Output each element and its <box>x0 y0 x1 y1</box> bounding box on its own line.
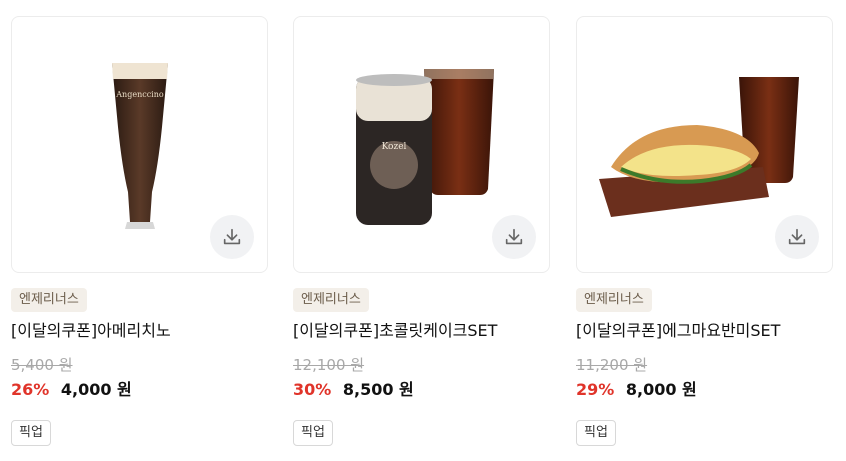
download-icon <box>505 228 523 245</box>
sale-price: 8,000 원 <box>625 380 697 399</box>
discount-rate: 29% <box>576 380 615 399</box>
original-price: 5,400 원 <box>11 356 73 374</box>
brand-chip: 엔제리너스 <box>293 288 369 312</box>
download-button[interactable] <box>775 215 819 259</box>
product-card[interactable]: Kozel 엔제리너스 [이달의쿠폰]초콜릿케이크SET 12,100 원 30… <box>293 16 550 456</box>
brand-chip: 엔제리너스 <box>576 288 652 312</box>
discount-rate: 30% <box>293 380 332 399</box>
product-image[interactable] <box>576 16 833 273</box>
discount-rate: 26% <box>11 380 50 399</box>
product-image[interactable]: Kozel <box>293 16 550 273</box>
product-card[interactable]: Angenccino 엔제리너스 [이달의쿠폰]아메리치노 5,400 원 26… <box>11 16 268 456</box>
can-logo-text: Kozel <box>382 142 407 152</box>
product-grid: Angenccino 엔제리너스 [이달의쿠폰]아메리치노 5,400 원 26… <box>11 16 835 456</box>
download-button[interactable] <box>492 215 536 259</box>
original-price: 11,200 원 <box>576 356 648 374</box>
price-line: 30% 8,500 원 <box>293 379 414 401</box>
download-icon <box>223 228 241 245</box>
original-price: 12,100 원 <box>293 356 365 374</box>
brand-chip: 엔제리너스 <box>11 288 87 312</box>
product-title[interactable]: [이달의쿠폰]초콜릿케이크SET <box>293 320 497 342</box>
sale-price: 4,000 원 <box>60 380 132 399</box>
product-image[interactable]: Angenccino <box>11 16 268 273</box>
price-line: 26% 4,000 원 <box>11 379 132 401</box>
download-button[interactable] <box>210 215 254 259</box>
download-icon <box>788 228 806 245</box>
product-title[interactable]: [이달의쿠폰]에그마요반미SET <box>576 320 780 342</box>
glass-logo-text: Angenccino <box>115 90 164 99</box>
pickup-tag: 픽업 <box>11 420 51 446</box>
product-title[interactable]: [이달의쿠폰]아메리치노 <box>11 320 171 342</box>
product-card[interactable]: 엔제리너스 [이달의쿠폰]에그마요반미SET 11,200 원 29% 8,00… <box>576 16 833 456</box>
pickup-tag: 픽업 <box>293 420 333 446</box>
price-line: 29% 8,000 원 <box>576 379 697 401</box>
pickup-tag: 픽업 <box>576 420 616 446</box>
sale-price: 8,500 원 <box>342 380 414 399</box>
